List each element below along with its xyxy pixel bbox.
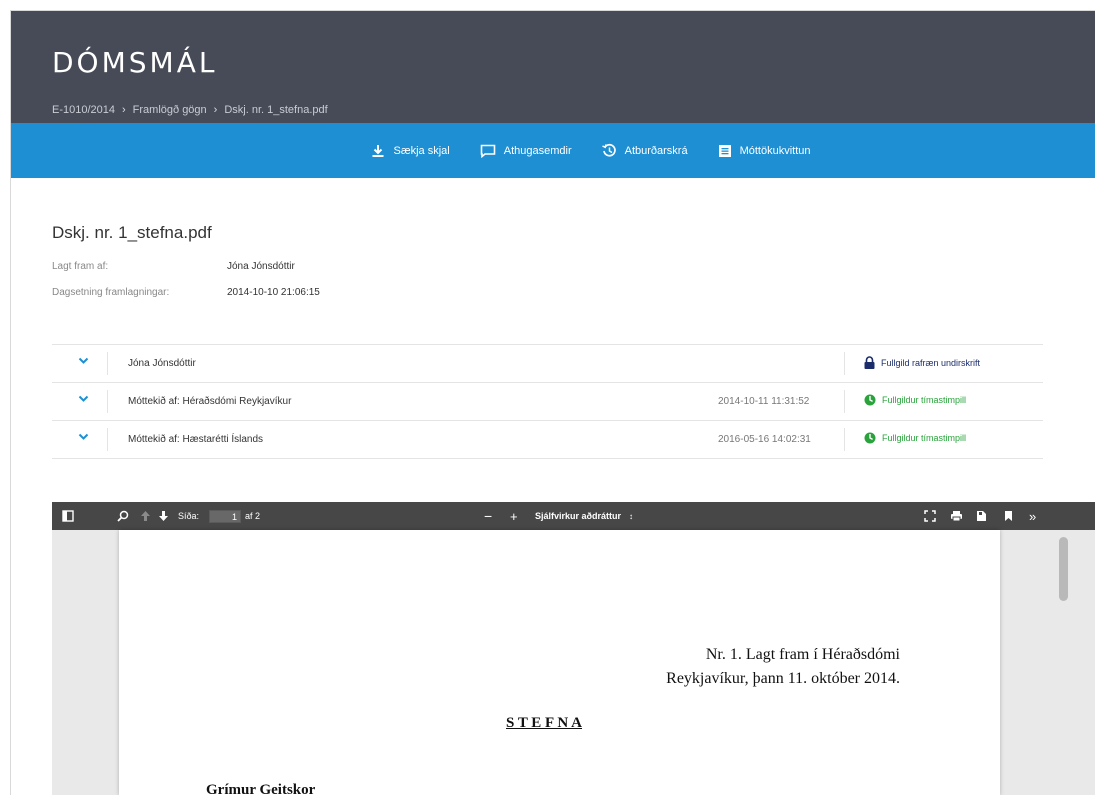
download-button[interactable]: Sækja skjal <box>371 144 450 158</box>
lock-icon <box>864 356 875 369</box>
signature-status-text: Fullgildur tímastimpill <box>882 433 967 443</box>
arrow-down-icon <box>159 511 168 521</box>
pdf-line-1: Nr. 1. Lagt fram í Héraðsdómi <box>705 646 900 663</box>
row-divider <box>844 390 845 413</box>
sidebar-toggle-icon <box>62 510 74 522</box>
signature-name: Jóna Jónsdóttir <box>128 358 196 369</box>
row-divider <box>107 390 108 413</box>
signature-table: Jóna Jónsdóttir Fullgild rafræn undirskr… <box>52 344 1043 459</box>
receipt-icon <box>718 144 731 157</box>
chevron-down-icon[interactable] <box>78 433 89 441</box>
receipt-button[interactable]: Móttökukvittun <box>718 144 811 158</box>
tools-button[interactable]: » <box>1029 502 1036 530</box>
print-icon <box>951 511 962 522</box>
action-bar: Sækja skjal Athugasemdir Atburðarskrá Mó… <box>11 123 1095 178</box>
page-navigator: Síða: 1 af 2 <box>178 502 260 530</box>
zoom-in-button[interactable]: + <box>510 502 518 530</box>
signature-status-text: Fullgildur tímastimpill <box>882 395 967 405</box>
row-divider <box>844 352 845 375</box>
download-label: Sækja skjal <box>393 144 450 157</box>
arrow-up-icon <box>141 511 150 521</box>
download-icon <box>372 144 384 157</box>
plus-icon: + <box>510 508 518 524</box>
breadcrumb-current: Dskj. nr. 1_stefna.pdf <box>224 104 328 116</box>
pdf-toolbar: Síða: 1 af 2 − + Sjálfvirkur aðdráttur ↕ <box>52 502 1095 530</box>
signature-row: Móttekið af: Héraðsdómi Reykjavíkur 2014… <box>52 383 1043 421</box>
pdf-heading: S T E F N A <box>506 715 583 731</box>
select-arrows-icon: ↕ <box>629 511 634 521</box>
save-icon <box>977 511 986 521</box>
signature-name: Móttekið af: Héraðsdómi Reykjavíkur <box>128 396 292 407</box>
app-title: DÓMSMÁL <box>52 46 218 79</box>
receipt-label: Móttökukvittun <box>739 144 811 157</box>
pdf-party-name: Grímur Geitskor <box>206 782 316 795</box>
page-label: Síða: <box>178 511 200 521</box>
signature-date: 2016-05-16 14:02:31 <box>718 434 811 445</box>
download-pdf-button[interactable] <box>976 502 987 530</box>
history-label: Atburðarskrá <box>624 144 688 157</box>
app-header: DÓMSMÁL E-1010/2014 › Framlögð gögn › Ds… <box>11 11 1095 123</box>
signature-status: Fullgildur tímastimpill <box>864 394 966 406</box>
chevron-right-icon: › <box>122 104 126 116</box>
previous-page-button[interactable] <box>140 502 151 530</box>
next-page-button[interactable] <box>158 502 169 530</box>
pdf-scrollbar[interactable] <box>1059 537 1068 601</box>
zoom-select[interactable]: Sjálfvirkur aðdráttur ↕ <box>527 502 641 530</box>
submitted-by-label: Lagt fram af: <box>52 261 109 272</box>
page-total: af 2 <box>245 511 261 521</box>
search-icon <box>117 510 129 522</box>
row-divider <box>107 428 108 451</box>
signature-row: Móttekið af: Hæstarétti Íslands 2016-05-… <box>52 421 1043 459</box>
breadcrumb: E-1010/2014 › Framlögð gögn › Dskj. nr. … <box>52 104 328 116</box>
submission-date-label: Dagsetning framlagningar: <box>52 287 170 298</box>
pdf-viewer: Síða: 1 af 2 − + Sjálfvirkur aðdráttur ↕ <box>52 502 1095 795</box>
bookmark-icon <box>1005 511 1012 521</box>
signature-row: Jóna Jónsdóttir Fullgild rafræn undirskr… <box>52 345 1043 383</box>
signature-status: Fullgild rafræn undirskrift <box>864 356 980 369</box>
zoom-select-value: Sjálfvirkur aðdráttur <box>535 511 622 521</box>
signature-date: 2014-10-11 11:31:52 <box>718 396 810 407</box>
signature-status-text: Fullgild rafræn undirskrift <box>881 357 981 368</box>
page-number-input[interactable]: 1 <box>209 509 242 523</box>
chevron-down-icon[interactable] <box>78 357 89 365</box>
breadcrumb-documents[interactable]: Framlögð gögn <box>133 104 207 116</box>
pdf-line-2: Reykjavíkur, þann 11. október 2014. <box>666 670 900 687</box>
comment-icon <box>480 144 496 158</box>
chevron-down-icon[interactable] <box>78 395 89 403</box>
double-chevron-right-icon: » <box>1029 508 1037 524</box>
zoom-out-button[interactable]: − <box>484 502 492 530</box>
submission-date-value: 2014-10-10 21:06:15 <box>227 287 320 298</box>
presentation-mode-button[interactable] <box>924 502 936 530</box>
comments-button[interactable]: Athugasemdir <box>480 144 572 158</box>
chevron-right-icon: › <box>213 104 218 116</box>
row-divider <box>844 428 845 451</box>
timestamp-icon <box>864 394 876 406</box>
minus-icon: − <box>484 508 493 524</box>
breadcrumb-case[interactable]: E-1010/2014 <box>52 104 115 116</box>
find-button[interactable] <box>117 502 129 530</box>
timestamp-icon <box>864 432 876 444</box>
fullscreen-icon <box>924 510 936 522</box>
history-icon <box>601 143 616 157</box>
bookmark-button[interactable] <box>1004 502 1013 530</box>
comments-label: Athugasemdir <box>503 144 572 157</box>
page-frame: DÓMSMÁL E-1010/2014 › Framlögð gögn › Ds… <box>10 10 1095 795</box>
submitted-by-value: Jóna Jónsdóttir <box>227 261 295 272</box>
row-divider <box>107 352 108 375</box>
print-button[interactable] <box>950 502 963 530</box>
signature-name: Móttekið af: Hæstarétti Íslands <box>128 434 264 445</box>
document-title: Dskj. nr. 1_stefna.pdf <box>52 223 212 242</box>
signature-status: Fullgildur tímastimpill <box>864 432 966 444</box>
pdf-page: Nr. 1. Lagt fram í Héraðsdómi Reykjavíku… <box>119 530 1000 795</box>
sidebar-toggle-button[interactable] <box>62 502 74 530</box>
history-button[interactable]: Atburðarskrá <box>601 143 688 158</box>
